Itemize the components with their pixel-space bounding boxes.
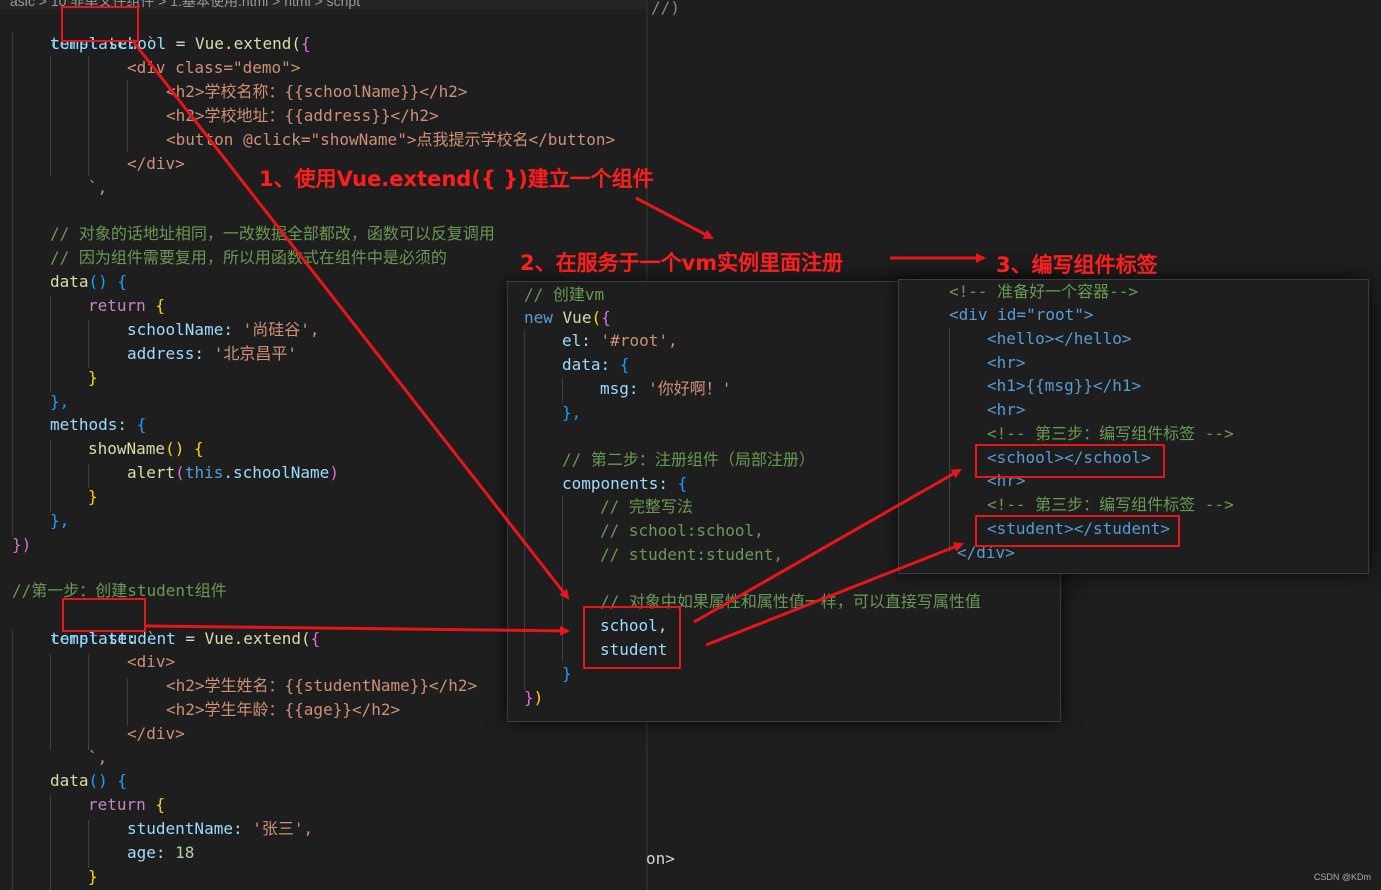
watermark: CSDN @KDm [1313,872,1371,882]
arrow-step1-to-step2 [635,196,714,240]
arrow-school-to-registration [130,39,570,600]
annotation-arrows [130,39,986,647]
arrow-school-to-tag [693,468,962,624]
arrow-student-to-registration [145,624,570,636]
